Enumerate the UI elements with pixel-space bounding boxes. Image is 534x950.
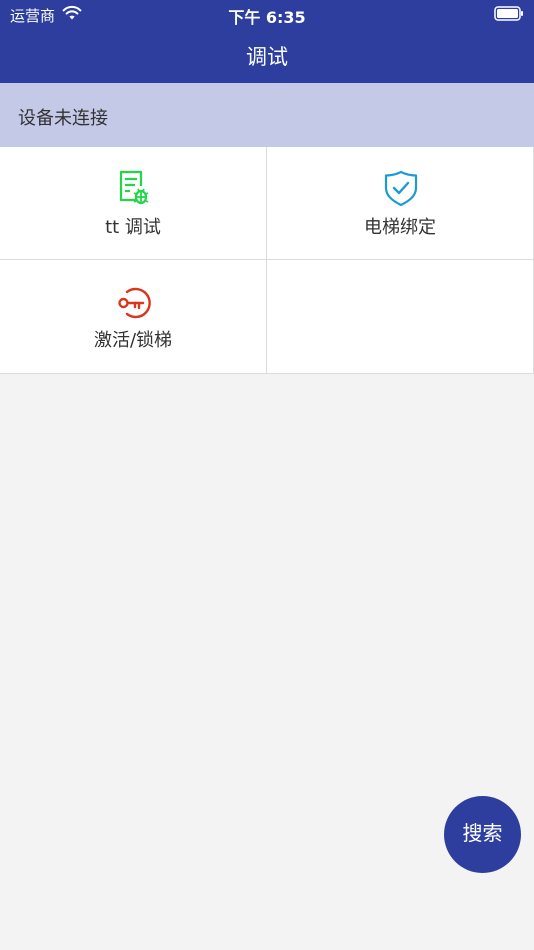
key-icon xyxy=(118,287,151,319)
grid-item-label: 电梯绑定 xyxy=(364,217,436,238)
grid-item-label: tt 调试 xyxy=(105,217,161,238)
debug-document-icon xyxy=(119,170,149,205)
search-button[interactable]: 搜索 xyxy=(444,796,521,873)
page-title: 调试 xyxy=(246,45,288,69)
grid-item-tt-debug[interactable]: tt 调试 xyxy=(0,147,267,260)
grid-item-label: 激活/锁梯 xyxy=(93,330,173,351)
grid-item-empty xyxy=(267,260,534,374)
status-bar: 运营商 下午 6:35 xyxy=(0,0,534,28)
function-grid: tt 调试 电梯绑定 激活/锁梯 xyxy=(0,147,534,374)
grid-item-elevator-binding[interactable]: 电梯绑定 xyxy=(267,147,534,260)
navigation-bar: 调试 xyxy=(0,28,534,83)
status-time: 下午 6:35 xyxy=(228,8,306,27)
grid-item-activate-lock[interactable]: 激活/锁梯 xyxy=(0,260,267,374)
battery-icon xyxy=(494,6,523,21)
screen: 运营商 下午 6:35 调试 设备未连接 tt 调试 电梯绑定 激活/锁梯 搜索 xyxy=(0,0,534,950)
shield-check-icon xyxy=(384,170,418,207)
connection-status-banner: 设备未连接 xyxy=(0,83,534,147)
connection-status-text: 设备未连接 xyxy=(18,108,108,129)
